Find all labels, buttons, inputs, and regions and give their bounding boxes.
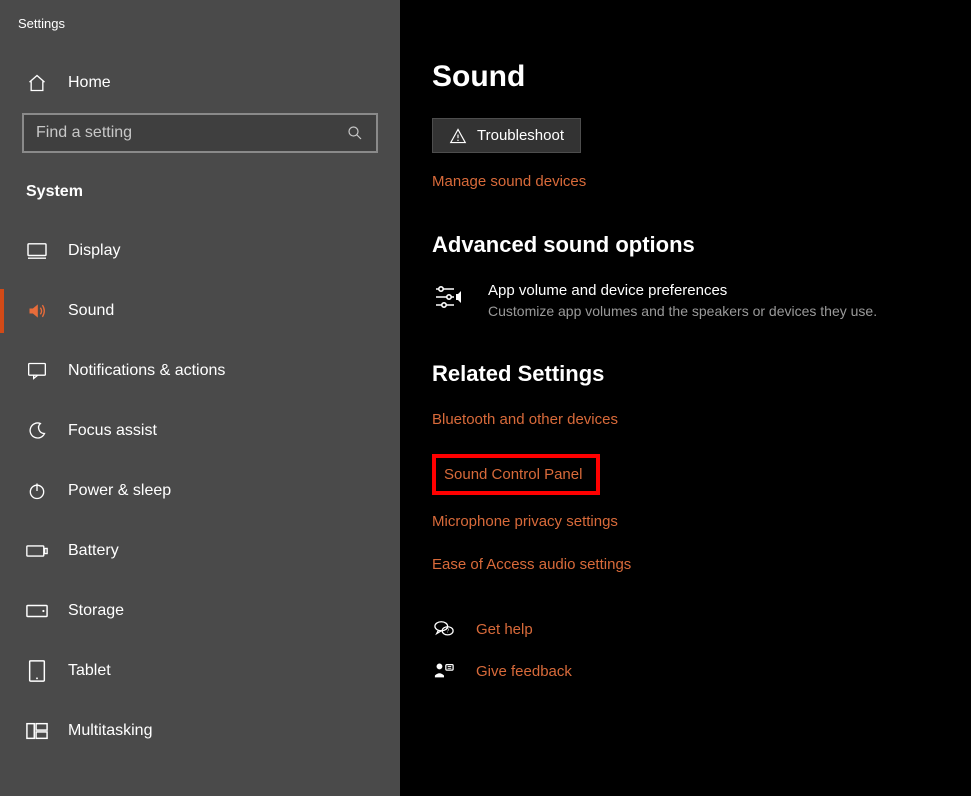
sidebar-item-label: Storage (68, 602, 124, 620)
sidebar-item-notifications[interactable]: Notifications & actions (0, 341, 400, 401)
power-icon (26, 480, 48, 502)
monitor-icon (26, 240, 48, 262)
sliders-icon (432, 282, 466, 310)
sidebar-item-label: Notifications & actions (68, 362, 225, 380)
speaker-icon (26, 300, 48, 322)
sidebar-item-label: Battery (68, 542, 119, 560)
nav-home-label: Home (68, 74, 111, 92)
search-input[interactable] (36, 124, 346, 142)
sidebar-item-power-sleep[interactable]: Power & sleep (0, 461, 400, 521)
sidebar: Settings Home System Display (0, 0, 400, 796)
give-feedback-row[interactable]: Give feedback (432, 661, 971, 681)
sidebar-item-battery[interactable]: Battery (0, 521, 400, 581)
related-heading: Related Settings (432, 361, 971, 387)
warning-icon (449, 128, 467, 144)
sidebar-item-label: Power & sleep (68, 482, 171, 500)
multitask-icon (26, 720, 48, 742)
home-icon (26, 72, 48, 94)
app-volume-title: App volume and device preferences (488, 282, 877, 299)
ease-of-access-audio-link[interactable]: Ease of Access audio settings (432, 556, 971, 573)
bluetooth-devices-link[interactable]: Bluetooth and other devices (432, 411, 971, 428)
microphone-privacy-link[interactable]: Microphone privacy settings (432, 513, 971, 530)
give-feedback-link[interactable]: Give feedback (476, 663, 572, 680)
sidebar-item-multitasking[interactable]: Multitasking (0, 701, 400, 761)
page-title: Sound (432, 60, 971, 94)
sidebar-item-label: Sound (68, 302, 114, 320)
advanced-heading: Advanced sound options (432, 232, 971, 258)
nav-home[interactable]: Home (0, 53, 400, 113)
sidebar-item-display[interactable]: Display (0, 221, 400, 281)
sidebar-item-focus-assist[interactable]: Focus assist (0, 401, 400, 461)
drive-icon (26, 600, 48, 622)
moon-icon (26, 420, 48, 442)
sidebar-item-storage[interactable]: Storage (0, 581, 400, 641)
feedback-icon (432, 661, 456, 681)
get-help-link[interactable]: Get help (476, 621, 533, 638)
app-volume-subtitle: Customize app volumes and the speakers o… (488, 303, 877, 319)
app-volume-preferences[interactable]: App volume and device preferences Custom… (432, 282, 971, 319)
window-title: Settings (0, 12, 400, 53)
search-box[interactable] (22, 113, 378, 153)
troubleshoot-button[interactable]: Troubleshoot (432, 118, 581, 153)
sidebar-item-sound[interactable]: Sound (0, 281, 400, 341)
sound-control-panel-link[interactable]: Sound Control Panel (444, 466, 582, 483)
sidebar-item-tablet[interactable]: Tablet (0, 641, 400, 701)
troubleshoot-label: Troubleshoot (477, 127, 564, 144)
sidebar-item-label: Tablet (68, 662, 111, 680)
help-icon: ? (432, 619, 456, 639)
main-content: Sound Troubleshoot Manage sound devices … (400, 0, 971, 796)
sidebar-item-label: Display (68, 242, 120, 260)
search-icon (346, 124, 364, 142)
sidebar-item-label: Multitasking (68, 722, 152, 740)
chat-icon (26, 360, 48, 382)
battery-icon (26, 540, 48, 562)
manage-sound-devices-link[interactable]: Manage sound devices (432, 173, 971, 190)
tablet-icon (26, 660, 48, 682)
get-help-row[interactable]: ? Get help (432, 619, 971, 639)
sidebar-section-title: System (0, 165, 400, 221)
sidebar-item-label: Focus assist (68, 422, 157, 440)
svg-text:?: ? (446, 629, 449, 635)
highlight-sound-control-panel: Sound Control Panel (432, 454, 600, 495)
